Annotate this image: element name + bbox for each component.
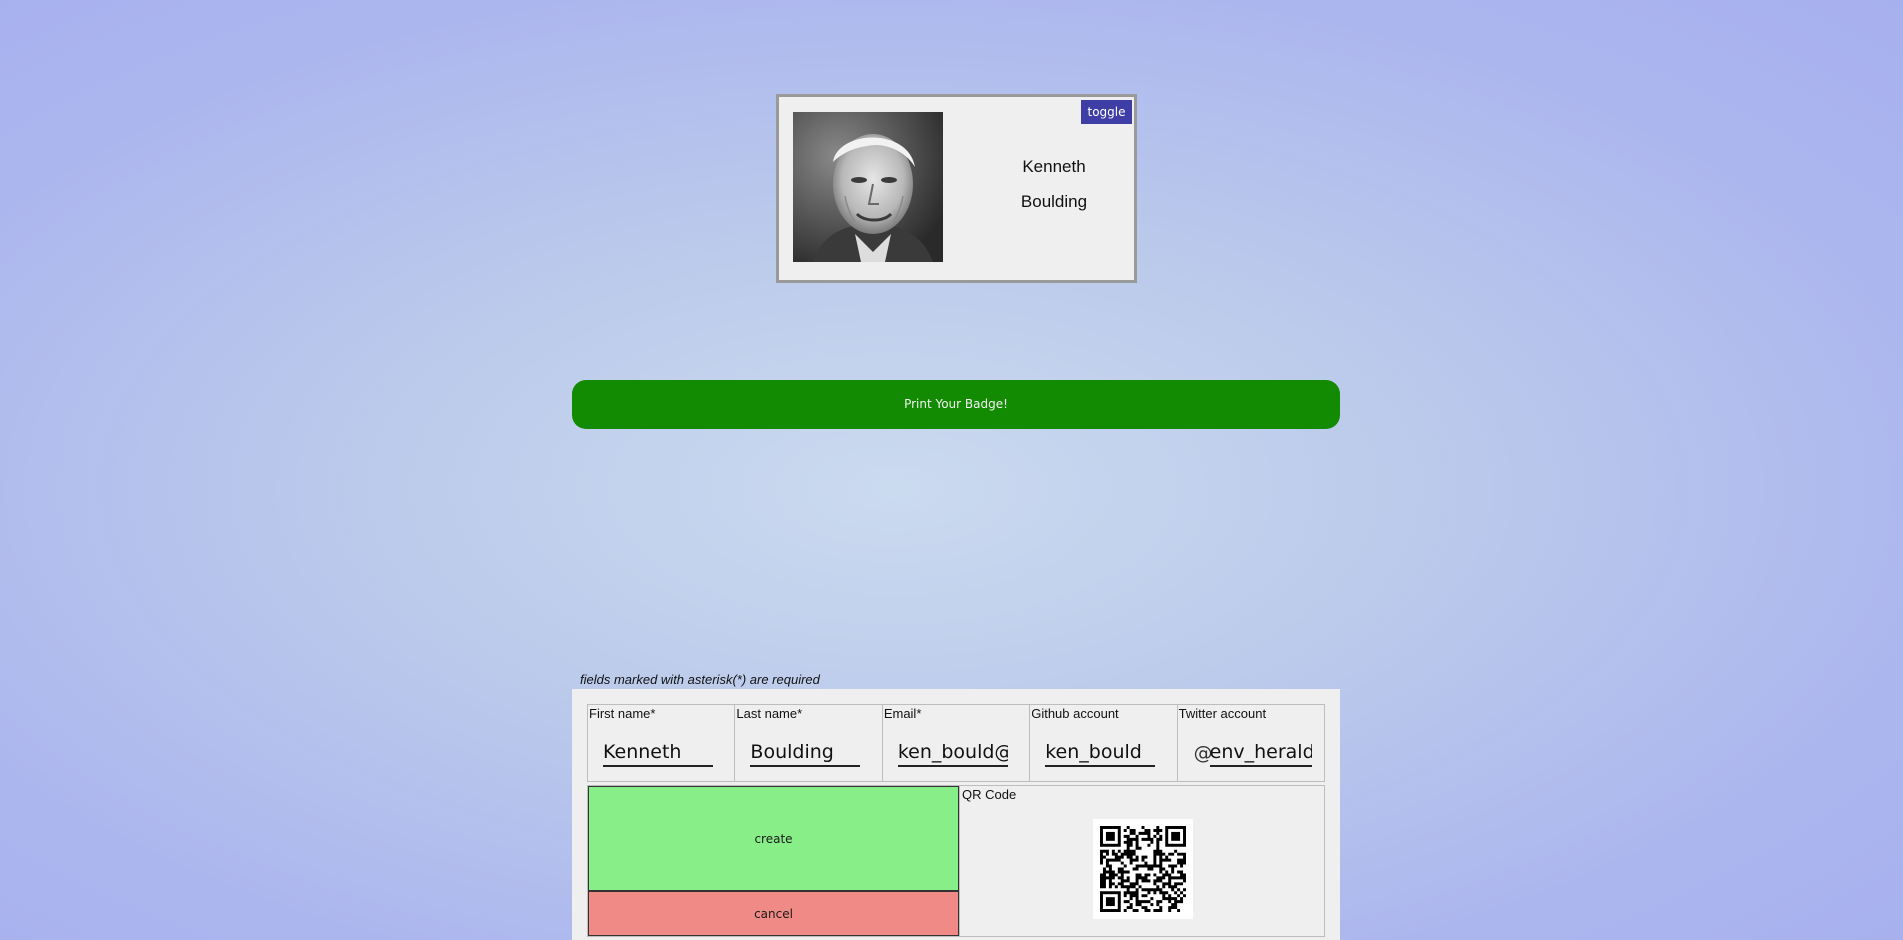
toggle-button[interactable]: toggle [1081, 100, 1132, 124]
email-cell: Email* [883, 705, 1031, 781]
email-input[interactable] [897, 739, 1008, 767]
cancel-button[interactable]: cancel [588, 891, 959, 936]
create-button[interactable]: create [588, 786, 959, 891]
github-input[interactable] [1045, 739, 1156, 767]
qr-code-cell: QR Code [959, 786, 1324, 936]
twitter-input[interactable] [1209, 739, 1312, 767]
qr-code-label: QR Code [962, 787, 1017, 802]
last-name-label: Last name* [736, 706, 803, 721]
github-cell: Github account [1030, 705, 1178, 781]
badge-first-name: Kenneth [1022, 157, 1086, 176]
twitter-label: Twitter account [1178, 706, 1267, 721]
last-name-input[interactable] [750, 739, 861, 767]
first-name-input[interactable] [603, 739, 713, 767]
print-badge-button[interactable]: Print Your Badge! [572, 380, 1340, 429]
badge-last-name: Boulding [1020, 192, 1088, 211]
github-label: Github account [1031, 706, 1119, 721]
badge-form: First name* Last name* Email* Github acc… [572, 689, 1340, 940]
qr-code-image [1093, 819, 1193, 919]
twitter-cell: Twitter account @ [1178, 705, 1324, 781]
email-label: Email* [883, 706, 922, 721]
badge-preview: toggle Kenneth Boulding [776, 94, 1137, 283]
first-name-label: First name* [589, 706, 656, 721]
required-note: fields marked with asterisk(*) are requi… [580, 672, 820, 687]
actions-row: create cancel QR Code [587, 785, 1325, 937]
first-name-cell: First name* [588, 705, 736, 781]
fields-row: First name* Last name* Email* Github acc… [587, 704, 1325, 782]
badge-name: Kenneth Boulding [999, 157, 1109, 227]
last-name-cell: Last name* [735, 705, 883, 781]
portrait-photo [793, 112, 943, 262]
